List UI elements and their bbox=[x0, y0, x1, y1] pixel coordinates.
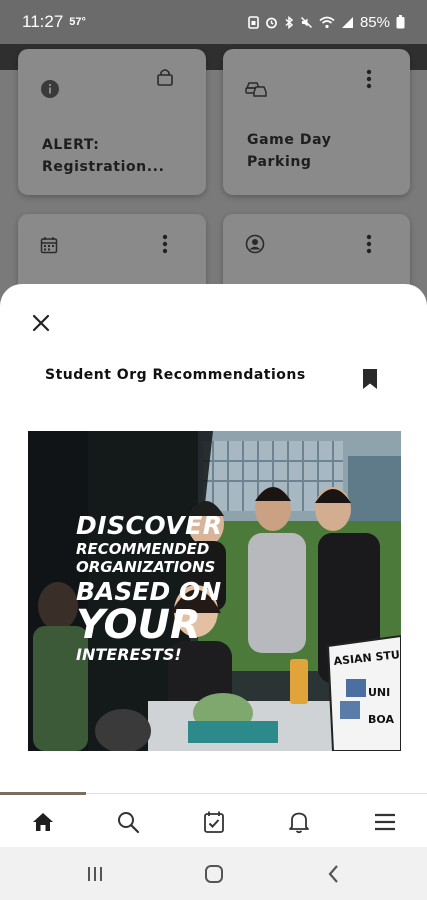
lock-icon bbox=[157, 69, 173, 86]
sim-icon bbox=[248, 15, 259, 29]
promo-banner[interactable]: ASIAN STU UNI BOA DISCOVER RECOMMENDED O… bbox=[28, 431, 401, 751]
wifi-icon bbox=[319, 16, 335, 28]
calendar-check-icon bbox=[204, 811, 224, 833]
close-icon[interactable] bbox=[28, 310, 54, 336]
nav-menu[interactable] bbox=[371, 808, 399, 836]
menu-icon bbox=[375, 813, 395, 831]
alarm-icon bbox=[266, 17, 277, 28]
svg-text:BOA: BOA bbox=[368, 713, 394, 726]
nav-home[interactable] bbox=[29, 808, 57, 836]
bell-icon bbox=[289, 812, 309, 834]
nav-search[interactable] bbox=[114, 808, 142, 836]
tile-game-day-parking[interactable]: Game Day Parking bbox=[223, 49, 410, 195]
profile-icon bbox=[245, 234, 265, 254]
calendar-icon bbox=[40, 237, 58, 254]
system-nav-bar bbox=[0, 847, 427, 900]
nav-calendar[interactable] bbox=[200, 808, 228, 836]
more-vert-icon[interactable] bbox=[366, 234, 372, 254]
nav-active-indicator bbox=[0, 792, 86, 795]
mute-icon bbox=[300, 16, 312, 28]
sheet-title: Student Org Recommendations bbox=[45, 367, 306, 383]
status-bar: 11:27 57° 85% bbox=[0, 0, 427, 44]
bottom-nav bbox=[0, 792, 427, 847]
car-parking-icon bbox=[245, 82, 267, 97]
tile-label: Game Day Parking bbox=[247, 132, 332, 170]
info-icon bbox=[41, 80, 59, 98]
bluetooth-icon bbox=[285, 15, 294, 29]
home-button-icon[interactable] bbox=[203, 863, 225, 885]
status-time: 11:27 bbox=[22, 12, 64, 31]
tile-label: ALERT: Registration... bbox=[42, 137, 165, 175]
tile-alert-registration[interactable]: ALERT: Registration... bbox=[18, 49, 206, 195]
recent-apps-icon[interactable] bbox=[84, 863, 106, 885]
back-icon[interactable] bbox=[323, 863, 345, 885]
svg-text:UNI: UNI bbox=[368, 686, 390, 699]
search-icon bbox=[118, 812, 140, 834]
recommendations-sheet: Student Org Recommendations ASIAN STU UN… bbox=[0, 284, 427, 794]
battery-percent: 85% bbox=[359, 13, 390, 31]
dashboard-grid: ALERT: Registration... Game Day Parking bbox=[0, 44, 427, 360]
more-vert-icon[interactable] bbox=[366, 69, 372, 89]
more-vert-icon[interactable] bbox=[162, 234, 168, 254]
home-icon bbox=[33, 813, 53, 831]
status-temperature: 57° bbox=[69, 16, 86, 28]
battery-icon bbox=[396, 15, 405, 29]
bookmark-icon[interactable] bbox=[360, 368, 380, 390]
promo-headline: DISCOVER RECOMMENDED ORGANIZATIONS BASED… bbox=[76, 511, 223, 664]
signal-icon bbox=[341, 16, 353, 28]
status-icons: 85% bbox=[248, 14, 405, 31]
nav-notifications[interactable] bbox=[285, 808, 313, 836]
